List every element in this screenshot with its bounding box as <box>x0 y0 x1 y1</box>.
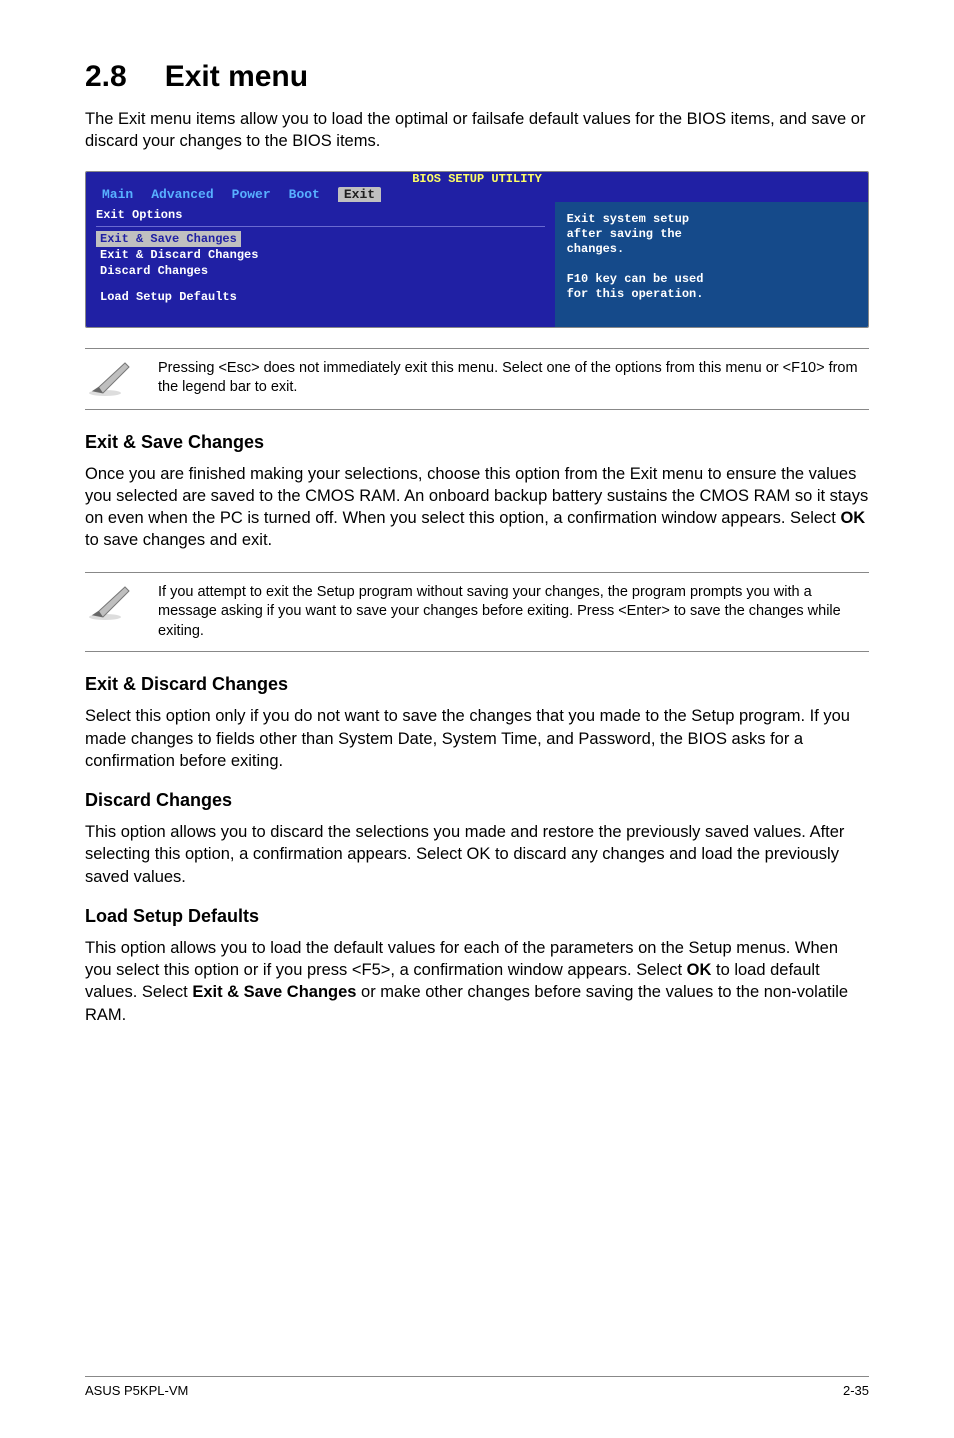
footer-left: ASUS P5KPL-VM <box>85 1383 188 1398</box>
note-text: If you attempt to exit the Setup program… <box>158 583 869 642</box>
section-heading: 2.8 Exit menu <box>85 60 869 94</box>
section-number: 2.8 <box>85 60 127 94</box>
bios-help-line: changes. <box>567 242 856 257</box>
bios-help-line <box>567 257 856 272</box>
subheading-load-defaults: Load Setup Defaults <box>85 906 869 927</box>
bios-left-pane: Exit Options Exit & Save Changes Exit & … <box>86 202 555 327</box>
bios-screenshot: BIOS SETUP UTILITY Main Advanced Power B… <box>85 171 869 328</box>
bios-item: Discard Changes <box>96 263 545 279</box>
bios-tab-boot: Boot <box>289 187 320 202</box>
footer-right: 2-35 <box>843 1383 869 1398</box>
bios-divider <box>96 226 545 227</box>
bios-tabs: Main Advanced Power Boot Exit <box>86 186 381 202</box>
bios-body: Exit Options Exit & Save Changes Exit & … <box>86 202 868 327</box>
bios-right-pane: Exit system setup after saving the chang… <box>555 202 868 327</box>
subheading-exit-save: Exit & Save Changes <box>85 432 869 453</box>
bios-group-label: Exit Options <box>96 208 545 222</box>
bios-header-title: BIOS SETUP UTILITY <box>86 172 868 187</box>
ok-label: OK <box>467 845 491 863</box>
body-exit-save: Once you are finished making your select… <box>85 463 869 552</box>
page-footer: ASUS P5KPL-VM 2-35 <box>85 1376 869 1398</box>
section-title-text: Exit menu <box>165 60 308 93</box>
body-discard: This option allows you to discard the se… <box>85 821 869 888</box>
bold-ok: OK <box>840 509 865 527</box>
bios-help-line: Exit system setup <box>567 212 856 227</box>
bios-tab-power: Power <box>232 187 271 202</box>
body-exit-discard: Select this option only if you do not wa… <box>85 705 869 772</box>
bold-exit-save: Exit & Save Changes <box>192 983 356 1001</box>
pencil-icon <box>85 583 133 623</box>
bios-tab-advanced: Advanced <box>151 187 213 202</box>
subheading-exit-discard: Exit & Discard Changes <box>85 674 869 695</box>
bios-help-line: F10 key can be used <box>567 272 856 287</box>
pencil-icon <box>85 359 133 399</box>
bios-header: BIOS SETUP UTILITY Main Advanced Power B… <box>86 172 868 202</box>
body-text: to save changes and exit. <box>85 531 272 549</box>
bold-ok: OK <box>687 961 712 979</box>
note-box: If you attempt to exit the Setup program… <box>85 572 869 653</box>
subheading-discard: Discard Changes <box>85 790 869 811</box>
bios-tab-exit: Exit <box>338 187 381 202</box>
bios-help-line: for this operation. <box>567 287 856 302</box>
body-load-defaults: This option allows you to load the defau… <box>85 937 869 1026</box>
bios-tab-main: Main <box>102 187 133 202</box>
bios-help-line: after saving the <box>567 227 856 242</box>
bios-gap <box>96 279 545 289</box>
note-text: Pressing <Esc> does not immediately exit… <box>158 359 869 398</box>
note-box: Pressing <Esc> does not immediately exit… <box>85 348 869 410</box>
bios-item: Load Setup Defaults <box>96 289 545 305</box>
bios-item-selected: Exit & Save Changes <box>96 231 241 247</box>
body-text: Once you are finished making your select… <box>85 465 868 528</box>
intro-paragraph: The Exit menu items allow you to load th… <box>85 108 869 153</box>
bios-item: Exit & Discard Changes <box>96 247 545 263</box>
